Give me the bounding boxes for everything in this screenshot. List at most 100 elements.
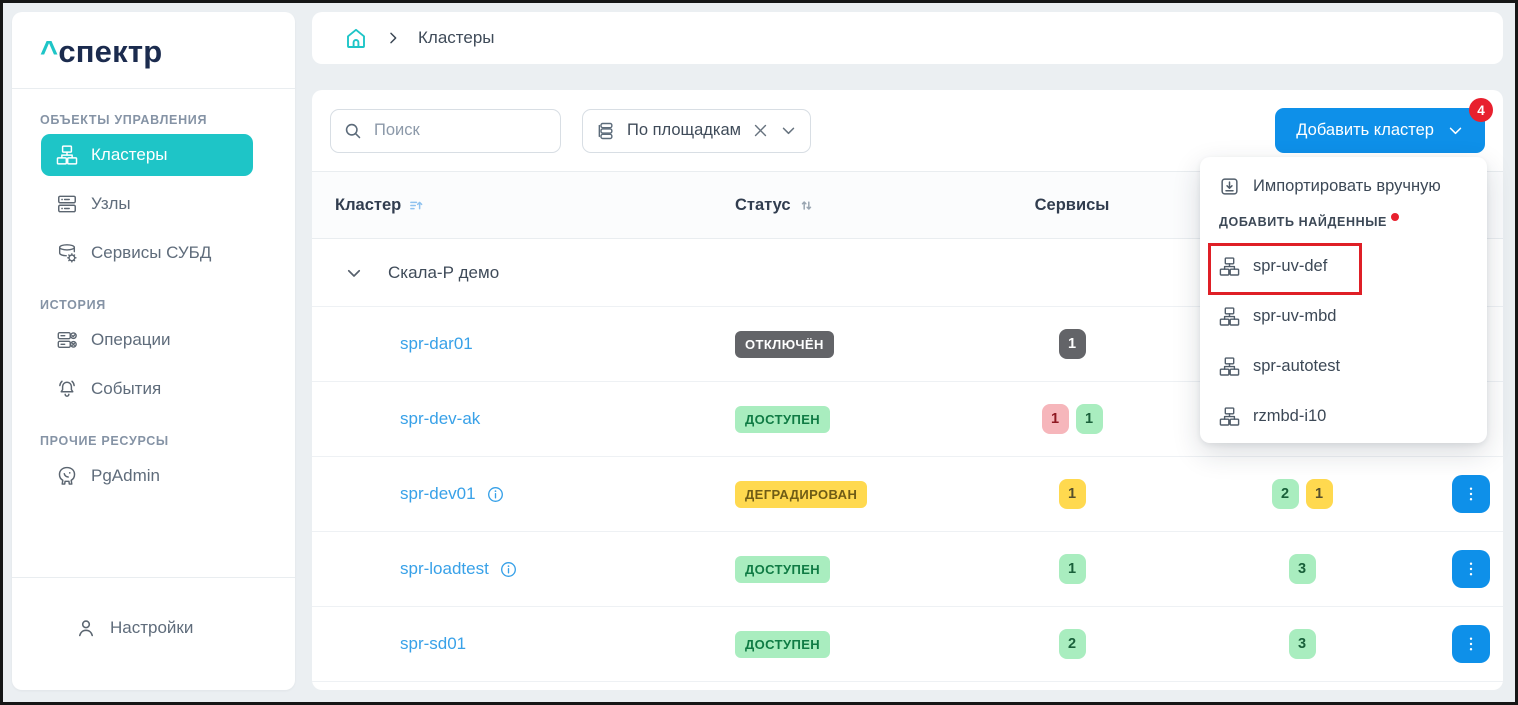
chevron-right-icon bbox=[385, 30, 401, 46]
cluster-link[interactable]: spr-sd01 bbox=[400, 634, 466, 654]
count-badge: 3 bbox=[1289, 554, 1316, 584]
dots-vertical-icon bbox=[1462, 560, 1480, 578]
sidebar-section-label: ИСТОРИЯ bbox=[40, 298, 267, 312]
info-icon[interactable] bbox=[499, 560, 518, 579]
dots-vertical-icon bbox=[1462, 485, 1480, 503]
sort-icon[interactable] bbox=[799, 198, 814, 213]
count-badge: 2 bbox=[1272, 479, 1299, 509]
app-window: ^спектр ОБЪЕКТЫ УПРАВЛЕНИЯ Кластеры Узлы… bbox=[0, 0, 1518, 705]
menu-item-import-manually[interactable]: Импортировать вручную bbox=[1200, 167, 1487, 205]
home-icon[interactable] bbox=[344, 26, 368, 50]
nodes-icon bbox=[56, 193, 78, 215]
table-row: spr-loadtest ДОСТУПЕН 1 3 bbox=[312, 532, 1503, 607]
column-header-label: Сервисы bbox=[1035, 196, 1110, 215]
count-badge: 1 bbox=[1306, 479, 1333, 509]
services-cell: 2 bbox=[992, 629, 1152, 659]
breadcrumb: Кластеры bbox=[312, 12, 1503, 64]
chevron-down-icon[interactable] bbox=[780, 122, 797, 139]
logo-caret: ^ bbox=[40, 34, 58, 69]
services-cell: 1 bbox=[992, 329, 1152, 359]
cluster-link[interactable]: spr-dev-ak bbox=[400, 409, 480, 429]
services-cell: 1 bbox=[992, 479, 1152, 509]
menu-item-label: spr-uv-def bbox=[1253, 257, 1327, 276]
menu-item-cluster[interactable]: spr-uv-def bbox=[1200, 245, 1487, 287]
cluster-link[interactable]: spr-dev01 bbox=[400, 484, 476, 504]
clear-filter-icon[interactable] bbox=[752, 122, 769, 139]
sort-ascending-icon[interactable] bbox=[409, 198, 424, 213]
actions-cell bbox=[1452, 625, 1503, 663]
search-icon bbox=[343, 121, 363, 141]
sidebar-item-pgadmin[interactable]: PgAdmin bbox=[41, 455, 253, 497]
count-badge: 1 bbox=[1059, 329, 1086, 359]
cluster-link[interactable]: spr-dar01 bbox=[400, 334, 473, 354]
sidebar-item-dbms-services[interactable]: Сервисы СУБД bbox=[41, 232, 253, 274]
status-cell: ДОСТУПЕН bbox=[702, 556, 992, 583]
sidebar-item-events-bell[interactable]: События bbox=[41, 368, 253, 410]
group-by-filter[interactable]: По площадкам bbox=[582, 109, 811, 153]
services-cell: 1 bbox=[992, 554, 1152, 584]
sidebar-item-nodes[interactable]: Узлы bbox=[41, 183, 253, 225]
row-actions-button[interactable] bbox=[1452, 550, 1490, 588]
operations-icon bbox=[56, 329, 78, 351]
status-cell: ДОСТУПЕН bbox=[702, 406, 992, 433]
collapse-chevron-icon[interactable] bbox=[345, 264, 363, 282]
menu-item-cluster[interactable]: spr-autotest bbox=[1200, 345, 1487, 387]
group-label: Скала-Р демо bbox=[388, 263, 499, 283]
group-by-icon bbox=[596, 121, 616, 141]
sidebar-item-operations[interactable]: Операции bbox=[41, 319, 253, 361]
count-badge: 1 bbox=[1059, 554, 1086, 584]
person-icon bbox=[75, 617, 97, 639]
app-logo: ^спектр bbox=[12, 12, 295, 89]
events-bell-icon bbox=[56, 378, 78, 400]
menu-item-cluster[interactable]: spr-uv-mbd bbox=[1200, 295, 1487, 337]
sidebar-nav: ОБЪЕКТЫ УПРАВЛЕНИЯ Кластеры Узлы Сервисы… bbox=[12, 89, 295, 577]
status-badge: ДОСТУПЕН bbox=[735, 556, 830, 583]
search-input[interactable] bbox=[372, 120, 548, 141]
cluster-link[interactable]: spr-loadtest bbox=[400, 559, 489, 579]
sidebar-item-settings[interactable]: Настройки bbox=[60, 607, 253, 649]
clusters-icon bbox=[1219, 406, 1240, 427]
sidebar-item-clusters[interactable]: Кластеры bbox=[41, 134, 253, 176]
pgadmin-icon bbox=[56, 465, 78, 487]
services-cell: 11 bbox=[992, 404, 1152, 434]
actions-cell bbox=[1452, 475, 1503, 513]
column-header-label: Кластер bbox=[335, 196, 401, 215]
dropdown-section-label: ДОБАВИТЬ НАЙДЕННЫЕ bbox=[1219, 215, 1468, 239]
row-actions-button[interactable] bbox=[1452, 475, 1490, 513]
cluster-name-cell: spr-loadtest bbox=[312, 559, 702, 579]
status-badge: ДЕГРАДИРОВАН bbox=[735, 481, 867, 508]
nodes-cell: 3 bbox=[1152, 629, 1452, 659]
status-cell: ДОСТУПЕН bbox=[702, 631, 992, 658]
cluster-name-cell: spr-sd01 bbox=[312, 634, 702, 654]
table-row: spr-sd01 ДОСТУПЕН 2 3 bbox=[312, 607, 1503, 682]
clusters-icon bbox=[1219, 356, 1240, 377]
count-badge: 3 bbox=[1289, 629, 1316, 659]
dbms-services-icon bbox=[56, 242, 78, 264]
count-badge: 1 bbox=[1042, 404, 1069, 434]
search-box bbox=[330, 109, 561, 153]
info-icon[interactable] bbox=[486, 485, 505, 504]
count-badge: 2 bbox=[1059, 629, 1086, 659]
sidebar-item-label: Узлы bbox=[91, 194, 131, 214]
add-cluster-button[interactable]: Добавить кластер 4 bbox=[1275, 108, 1485, 153]
row-actions-button[interactable] bbox=[1452, 625, 1490, 663]
menu-item-cluster[interactable]: rzmbd-i10 bbox=[1200, 395, 1487, 437]
section-label-text: ДОБАВИТЬ НАЙДЕННЫЕ bbox=[1219, 215, 1387, 229]
actions-cell bbox=[1452, 550, 1503, 588]
dots-vertical-icon bbox=[1462, 635, 1480, 653]
cluster-name-cell: spr-dev01 bbox=[312, 484, 702, 504]
nodes-cell: 21 bbox=[1152, 479, 1452, 509]
new-items-dot bbox=[1391, 213, 1399, 221]
menu-item-label: spr-autotest bbox=[1253, 357, 1340, 376]
cluster-name-cell: spr-dev-ak bbox=[312, 409, 702, 429]
column-header-status[interactable]: Статус bbox=[702, 196, 992, 215]
clusters-icon bbox=[1219, 256, 1240, 277]
menu-item-label: spr-uv-mbd bbox=[1253, 307, 1336, 326]
count-badge: 1 bbox=[1076, 404, 1103, 434]
status-cell: ДЕГРАДИРОВАН bbox=[702, 481, 992, 508]
status-badge: ДОСТУПЕН bbox=[735, 406, 830, 433]
column-header-services: Сервисы bbox=[992, 196, 1152, 215]
sidebar-item-label: События bbox=[91, 379, 161, 399]
column-header-cluster[interactable]: Кластер bbox=[312, 196, 702, 215]
status-cell: ОТКЛЮЧЁН bbox=[702, 331, 992, 358]
